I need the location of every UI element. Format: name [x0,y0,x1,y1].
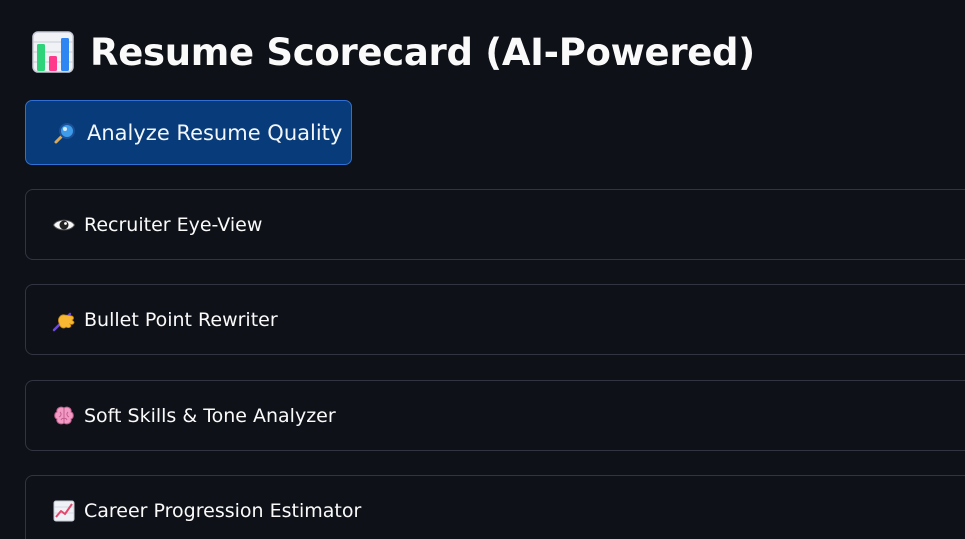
expander-bullet-point-rewriter[interactable]: Bullet Point Rewriter [25,284,965,355]
page-title: Resume Scorecard (AI-Powered) [90,30,755,74]
app-page: Resume Scorecard (AI-Powered) Analyze Re… [0,0,965,539]
brain-icon [54,406,74,424]
analyze-resume-button[interactable]: Analyze Resume Quality [25,100,352,165]
expander-recruiter-eye-view[interactable]: Recruiter Eye-View [25,189,965,260]
analyze-resume-label: Analyze Resume Quality [87,120,343,145]
expander-label: Recruiter Eye-View [84,213,263,236]
magnifier-icon [54,122,75,143]
expander-label: Bullet Point Rewriter [84,308,278,331]
writing-hand-icon [52,312,75,331]
expander-career-progression-estimator[interactable]: Career Progression Estimator [25,475,965,539]
bar-chart-icon [32,31,74,73]
chart-increasing-icon [53,500,75,521]
eye-icon [52,219,76,230]
page-header: Resume Scorecard (AI-Powered) [32,28,755,76]
expander-label: Soft Skills & Tone Analyzer [84,404,336,427]
expander-soft-skills-tone-analyzer[interactable]: Soft Skills & Tone Analyzer [25,380,965,451]
expander-label: Career Progression Estimator [84,499,362,522]
